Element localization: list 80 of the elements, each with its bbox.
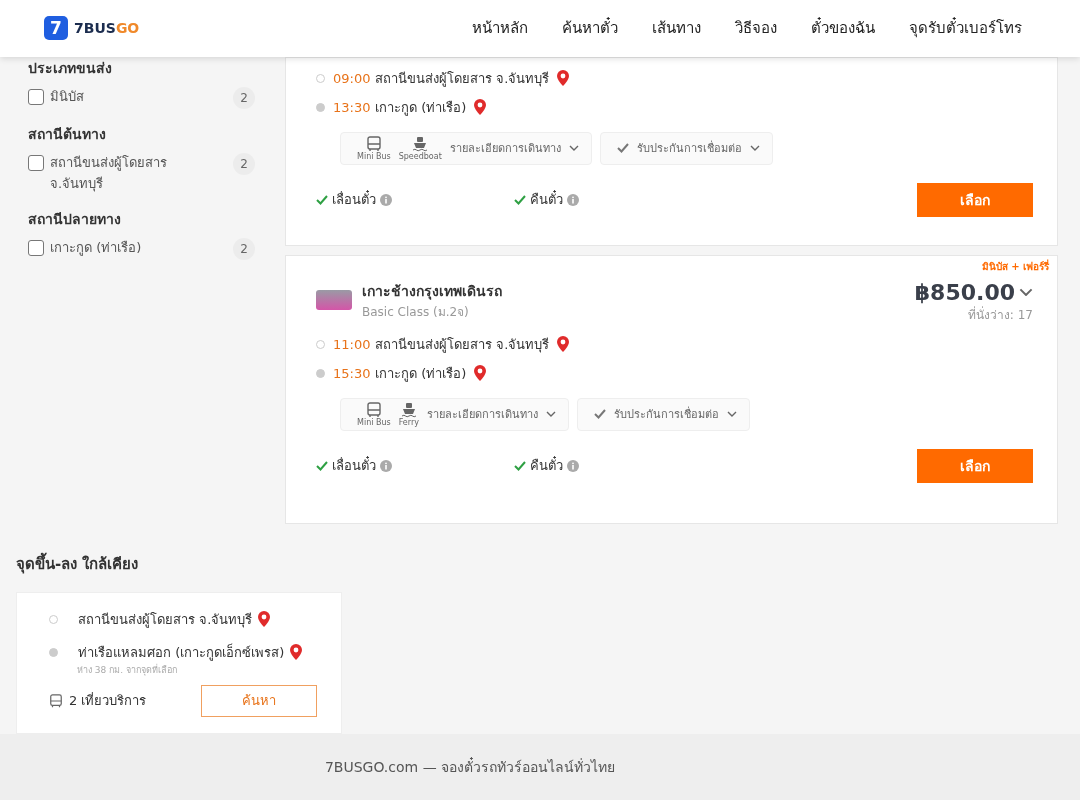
seats-available: ที่นั่งว่าง: 17 (967, 305, 1033, 324)
chevron-down-icon (726, 411, 737, 418)
filter-count: 2 (233, 152, 255, 175)
timeline-dot (49, 614, 58, 624)
feature-label: เลื่อนตั๋ว (332, 455, 376, 476)
filter-title: สถานีปลายทาง (28, 210, 122, 230)
timeline-dot (49, 647, 58, 657)
chevron-down-icon (545, 411, 556, 418)
filter-option-label[interactable]: สถานีขนส่งผู้โดยสาร จ.จันทบุรี (50, 152, 227, 195)
filter-title: ประเภทขนส่ง (28, 58, 113, 78)
map-pin-icon (557, 70, 570, 87)
connection-guarantee-toggle[interactable]: รับประกันการเชื่อมต่อ (576, 397, 750, 431)
timeline-dot (316, 368, 325, 378)
check-icon (514, 460, 526, 471)
vehicle-label: Speedboat (398, 151, 442, 161)
chevron-down-icon (749, 145, 760, 152)
logo-icon: 7 (44, 16, 68, 41)
operator-logo (316, 290, 352, 311)
trip-details-toggle[interactable]: Mini Bus Ferry รายละเอียดการเดินทาง (340, 397, 569, 431)
filter-checkbox[interactable] (28, 240, 44, 257)
check-icon (316, 194, 328, 205)
stop-name: เกาะกูด (ท่าเรือ) (375, 364, 467, 384)
info-icon (380, 459, 392, 472)
filter-count: 2 (233, 86, 255, 109)
filter-count: 2 (233, 238, 255, 261)
connection-guarantee-toggle[interactable]: รับประกันการเชื่อมต่อ (599, 131, 773, 165)
check-icon (316, 460, 328, 471)
filter-checkbox[interactable] (28, 154, 44, 171)
nav-link[interactable]: ค้นหาตั๋ว (562, 16, 618, 41)
filter-title: สถานีต้นทาง (28, 124, 107, 144)
vehicle-label: Mini Bus (357, 417, 391, 427)
map-pin-icon (474, 365, 487, 382)
section-title: จุดขึ้น-ลง ใกล้เคียง (16, 551, 140, 576)
timeline-dot (316, 73, 325, 83)
vehicle-label: Mini Bus (357, 151, 391, 161)
map-pin-icon (474, 99, 487, 116)
nav-link[interactable]: หน้าหลัก (472, 16, 528, 41)
map-pin-icon (557, 336, 570, 353)
stop-name: สถานีขนส่งผู้โดยสาร จ.จันทบุรี (375, 335, 550, 355)
distance-note: ห่าง 38 กม. จากจุดที่เลือก (77, 663, 178, 677)
stop-name: สถานีขนส่งผู้โดยสาร จ.จันทบุรี (78, 610, 253, 630)
check-icon (514, 194, 526, 205)
feature-label: เลื่อนตั๋ว (332, 189, 376, 210)
timeline-dot (316, 102, 325, 112)
chevron-down-icon (1019, 288, 1033, 297)
nav-link[interactable]: เส้นทาง (652, 16, 701, 41)
nav-link[interactable]: ตั๋วของฉัน (811, 16, 875, 41)
price: ฿850.00 (914, 279, 1015, 305)
check-icon (593, 409, 606, 420)
boat-icon (400, 401, 417, 418)
vehicle-label: Ferry (398, 417, 419, 427)
timeline-dot (316, 339, 325, 349)
bus-icon (49, 693, 63, 708)
chevron-down-icon (568, 145, 579, 152)
filter-option-label[interactable]: เกาะกูด (ท่าเรือ) (50, 238, 227, 260)
trip-count: 2 เที่ยวบริการ (69, 691, 147, 711)
info-icon (567, 193, 579, 206)
map-pin-icon (258, 611, 271, 628)
check-icon (616, 143, 629, 154)
info-icon (567, 459, 579, 472)
boat-icon (412, 135, 429, 152)
operator-name: เกาะช้างกรุงเทพเดินรถ (362, 281, 502, 302)
bus-icon (365, 401, 382, 418)
feature-label: คืนตั๋ว (530, 189, 563, 210)
trip-type-label: มินิบัส + เฟอร์รี่ (981, 258, 1049, 274)
filter-option-label[interactable]: มินิบัส (50, 86, 227, 108)
nav-link[interactable]: จุดรับตั๋วเบอร์โทร (909, 16, 1022, 41)
nav-link[interactable]: วิธีจอง (735, 16, 777, 41)
stop-name: เกาะกูด (ท่าเรือ) (375, 98, 467, 118)
bus-class: Basic Class (ม.2จ) (362, 303, 470, 321)
logo-text: 7BUSGO (74, 20, 140, 37)
info-icon (380, 193, 392, 206)
trip-details-toggle[interactable]: Mini Bus Speedboat รายละเอียดการเดินทาง (340, 131, 592, 165)
bus-icon (365, 135, 382, 152)
filter-checkbox[interactable] (28, 88, 44, 105)
stop-name: สถานีขนส่งผู้โดยสาร จ.จันทบุรี (375, 69, 550, 89)
stop-name: ท่าเรือแหลมศอก (เกาะกูดเอ็กซ์เพรส) (78, 642, 285, 663)
footer-text: 7BUSGO.com — จองตั๋วรถทัวร์ออนไลน์ทั่วไทย (324, 756, 616, 777)
map-pin-icon (290, 644, 303, 661)
feature-label: คืนตั๋ว (530, 455, 563, 476)
